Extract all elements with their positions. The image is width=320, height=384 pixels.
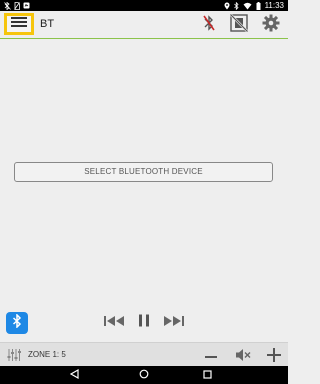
bluetooth-off-icon [4,1,11,10]
bluetooth-disconnected-button[interactable] [199,14,219,37]
back-button[interactable] [68,366,80,384]
bluetooth-badge-icon [12,312,22,333]
bluetooth-disconnected-icon [202,14,216,37]
settings-button[interactable] [261,14,281,37]
pause-button[interactable] [138,314,150,332]
no-device-icon [230,13,248,37]
location-icon [224,2,230,10]
menu-icon [11,15,27,33]
status-bar: 11:33 [0,0,288,11]
next-track-button[interactable] [162,314,184,332]
app-toolbar: BT [0,11,288,39]
select-bluetooth-device-button[interactable]: SELECT BLUETOOTH DEVICE [14,162,273,182]
menu-button[interactable] [4,13,34,35]
status-time: 11:33 [264,1,284,10]
bluetooth-icon [233,1,239,10]
previous-track-button[interactable] [104,314,126,332]
battery-icon [256,1,261,10]
volume-down-icon [205,346,217,364]
settings-icon [262,14,280,37]
no-sim-icon [14,1,20,10]
zone-label: ZONE 1: 5 [28,350,66,359]
volume-up-icon [267,348,281,366]
volume-up-button[interactable] [267,348,281,367]
equalizer-icon [7,349,21,366]
notification-icon [23,2,30,9]
no-device-button[interactable] [229,13,249,37]
equalizer-button[interactable] [7,348,21,367]
mute-button[interactable] [235,348,251,367]
volume-down-button[interactable] [204,349,218,361]
navigation-bar [0,366,288,384]
recents-button[interactable] [201,369,213,381]
wifi-icon [243,2,252,10]
zone-bar: ZONE 1: 5 [0,342,288,367]
next-track-icon [162,314,184,332]
mute-icon [235,349,251,366]
home-button[interactable] [138,369,150,381]
recents-icon [202,366,212,384]
page-title: BT [40,18,55,30]
previous-track-icon [104,314,126,332]
pause-icon [138,314,150,332]
back-icon [69,366,79,384]
bluetooth-source-button[interactable] [6,312,28,334]
home-icon [139,366,149,384]
